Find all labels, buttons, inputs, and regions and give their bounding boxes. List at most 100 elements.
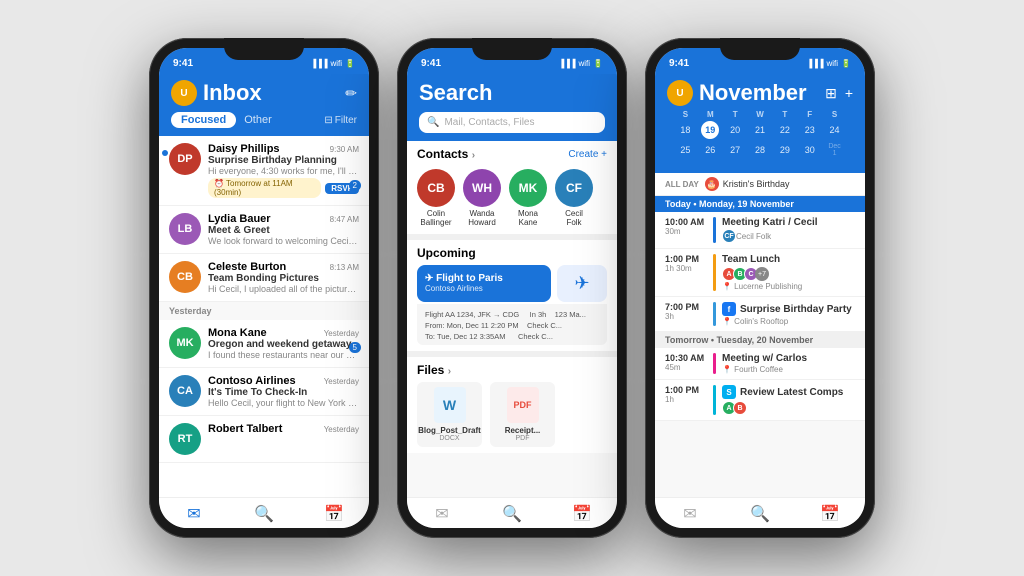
- event-time: 1:00 PM 1h: [665, 385, 707, 415]
- screen-3: 9:41 ▐▐▐ wifi 🔋 U November ⊞ +: [655, 48, 865, 528]
- list-item[interactable]: RT Robert Talbert Yesterday: [159, 416, 369, 463]
- nav-mail[interactable]: ✉: [655, 504, 725, 524]
- nav-mail[interactable]: ✉: [159, 504, 229, 524]
- nav-calendar[interactable]: 📅: [299, 504, 369, 524]
- edit-icon[interactable]: ✏: [345, 85, 357, 102]
- bottom-nav-2: ✉ 🔍 📅: [407, 497, 617, 528]
- contact-item[interactable]: CB ColinBallinger: [417, 169, 455, 228]
- skype-icon: S: [722, 385, 736, 399]
- cal-day[interactable]: 26: [701, 141, 719, 159]
- birthday-icon: 🎂: [705, 177, 719, 191]
- cal-event[interactable]: 1:00 PM 1h S Review Latest Comps A B: [655, 380, 865, 421]
- contact-name: CecilFolk: [565, 210, 583, 228]
- event-list: 10:00 AM 30m Meeting Katri / Cecil CF Ce…: [655, 212, 865, 332]
- signal-icon: ▐▐▐: [310, 59, 327, 68]
- status-time-1: 9:41: [173, 58, 193, 69]
- contact-avatar: CF: [555, 169, 593, 207]
- upcoming-section: Upcoming ✈ Flight to Paris Contoso Airli…: [407, 240, 617, 351]
- status-icons-1: ▐▐▐ wifi 🔋: [310, 59, 355, 68]
- file-word-icon: W: [434, 387, 466, 423]
- file-pdf-icon: PDF: [507, 387, 539, 423]
- nav-mail[interactable]: ✉: [407, 504, 477, 524]
- event-bar: [713, 353, 716, 374]
- tab-other[interactable]: Other: [244, 114, 272, 126]
- cal-day[interactable]: 29: [776, 141, 794, 159]
- flight-card[interactable]: ✈ Flight to Paris Contoso Airlines: [417, 265, 551, 302]
- tab-filter[interactable]: ⊟ Filter: [324, 115, 357, 126]
- search-placeholder: Mail, Contacts, Files: [444, 117, 534, 128]
- screen-1: 9:41 ▐▐▐ wifi 🔋 U Inbox ✏ Focused: [159, 48, 369, 528]
- flight-card-alt[interactable]: ✈: [557, 265, 607, 302]
- battery-icon: 🔋: [593, 59, 603, 68]
- list-item[interactable]: LB Lydia Bauer 8:47 AM Meet & Greet We l…: [159, 206, 369, 254]
- grid-icon[interactable]: ⊞: [825, 85, 837, 102]
- tomorrow-event-list: 10:30 AM 45m Meeting w/ Carlos 📍 Fourth …: [655, 348, 865, 421]
- cal-day[interactable]: 22: [776, 121, 794, 139]
- search-body: Contacts › Create + CB ColinBallinger WH…: [407, 141, 617, 497]
- nav-calendar[interactable]: 📅: [795, 504, 865, 524]
- email-content: Mona Kane Yesterday Oregon and weekend g…: [208, 327, 359, 360]
- event-time: 10:00 AM 30m: [665, 217, 707, 243]
- signal-icon: ▐▐▐: [558, 59, 575, 68]
- tab-focused[interactable]: Focused: [171, 112, 236, 128]
- cal-day-today[interactable]: 19: [701, 121, 719, 139]
- plane-icon: ✈: [574, 273, 589, 294]
- all-day-event[interactable]: 🎂 Kristin's Birthday: [705, 177, 790, 191]
- cal-event[interactable]: 1:00 PM 1h 30m Team Lunch A B C +7: [655, 249, 865, 297]
- status-time-2: 9:41: [421, 58, 441, 69]
- cal-day[interactable]: 18: [676, 121, 694, 139]
- search-title: Search: [419, 80, 605, 106]
- nav-search[interactable]: 🔍: [725, 504, 795, 524]
- phone-2-search: 9:41 ▐▐▐ wifi 🔋 Search 🔍 Mail, Contacts,…: [397, 38, 627, 538]
- section-label: Yesterday: [159, 302, 369, 320]
- cal-day[interactable]: 24: [826, 121, 844, 139]
- list-item[interactable]: DP Daisy Phillips 9:30 AM Surprise Birth…: [159, 136, 369, 206]
- event-content: S Review Latest Comps A B: [722, 385, 855, 415]
- inbox-title-row: U Inbox ✏: [171, 80, 357, 106]
- nav-search[interactable]: 🔍: [477, 504, 547, 524]
- cal-day[interactable]: 23: [801, 121, 819, 139]
- file-name: Blog_Post_Draft: [418, 426, 481, 435]
- phone-3-calendar: 9:41 ▐▐▐ wifi 🔋 U November ⊞ +: [645, 38, 875, 538]
- event-time: 7:00 PM 3h: [665, 302, 707, 326]
- contact-name: ColinBallinger: [420, 210, 451, 228]
- search-bar[interactable]: 🔍 Mail, Contacts, Files: [419, 112, 605, 133]
- phone-1-inbox: 9:41 ▐▐▐ wifi 🔋 U Inbox ✏ Focused: [149, 38, 379, 538]
- notch-2: [472, 38, 552, 60]
- event-content: Team Lunch A B C +7 📍 Lucerne Publishing: [722, 254, 855, 291]
- status-icons-2: ▐▐▐ wifi 🔋: [558, 59, 603, 68]
- cal-day[interactable]: 30: [801, 141, 819, 159]
- event-time: 1:00 PM 1h 30m: [665, 254, 707, 291]
- contact-item[interactable]: CF CecilFolk: [555, 169, 593, 228]
- cal-day[interactable]: 20: [726, 121, 744, 139]
- cal-day[interactable]: 27: [726, 141, 744, 159]
- list-item[interactable]: CB Celeste Burton 8:13 AM Team Bonding P…: [159, 254, 369, 302]
- contact-item[interactable]: WH WandaHoward: [463, 169, 501, 228]
- cal-day[interactable]: 28: [751, 141, 769, 159]
- cal-week: 25 26 27 28 29 30 Dec 1: [673, 141, 847, 159]
- contact-avatar: CB: [417, 169, 455, 207]
- cal-event[interactable]: 10:00 AM 30m Meeting Katri / Cecil CF Ce…: [655, 212, 865, 249]
- avatar: MK: [169, 327, 201, 359]
- nav-search[interactable]: 🔍: [229, 504, 299, 524]
- create-button[interactable]: Create +: [568, 149, 607, 160]
- cal-day[interactable]: 25: [676, 141, 694, 159]
- add-icon[interactable]: +: [845, 85, 853, 102]
- contacts-section-header: Contacts › Create +: [407, 141, 617, 163]
- file-card[interactable]: W Blog_Post_Draft DOCX: [417, 382, 482, 447]
- file-card[interactable]: PDF Receipt... PDF: [490, 382, 555, 447]
- cal-day[interactable]: 21: [751, 121, 769, 139]
- email-list: DP Daisy Phillips 9:30 AM Surprise Birth…: [159, 136, 369, 497]
- list-item[interactable]: CA Contoso Airlines Yesterday It's Time …: [159, 368, 369, 416]
- cal-event[interactable]: 7:00 PM 3h f Surprise Birthday Party 📍 C…: [655, 297, 865, 332]
- nav-calendar[interactable]: 📅: [547, 504, 617, 524]
- list-item[interactable]: MK Mona Kane Yesterday Oregon and weeken…: [159, 320, 369, 368]
- day-headers: S M T W T F S: [673, 110, 847, 119]
- event-bar: [713, 254, 716, 291]
- contact-item[interactable]: MK MonaKane: [509, 169, 547, 228]
- cal-event[interactable]: 10:30 AM 45m Meeting w/ Carlos 📍 Fourth …: [655, 348, 865, 380]
- files-label: Files ›: [417, 363, 607, 377]
- cal-day-next-month[interactable]: Dec 1: [826, 141, 844, 159]
- event-content: f Surprise Birthday Party 📍 Colin's Roof…: [722, 302, 855, 326]
- today-label: Today • Monday, 19 November: [655, 196, 865, 212]
